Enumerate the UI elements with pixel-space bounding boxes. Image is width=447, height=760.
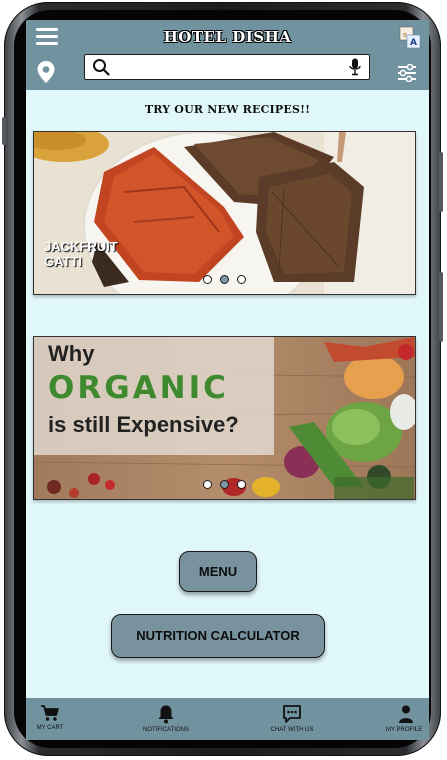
- recipe-carousel[interactable]: JACKFRUIT GATTI: [33, 131, 416, 295]
- app-header: HOTEL DISHA ಕ A: [26, 20, 429, 90]
- recipe-carousel-dots: [34, 271, 415, 289]
- location-pin-icon[interactable]: [36, 60, 56, 84]
- side-button-right-volume-up: [439, 152, 443, 212]
- filter-sliders-icon[interactable]: [397, 64, 417, 82]
- carousel-dot[interactable]: [203, 275, 212, 284]
- nav-item-notifications[interactable]: NOTIFICATIONS: [138, 698, 194, 740]
- nav-item-my-cart[interactable]: MY CART: [30, 698, 70, 740]
- profile-icon: [399, 705, 413, 723]
- carousel-dot-active[interactable]: [220, 480, 229, 489]
- recipes-heading: TRY OUR NEW RECIPES!!: [144, 103, 311, 116]
- cart-icon: [41, 705, 59, 721]
- bottom-navigation: MY CART NOTIFICATIONS CHAT WITH US MY PR…: [26, 698, 429, 740]
- bell-icon: [158, 705, 174, 724]
- organic-carousel[interactable]: Why ORGANIC is still Expensive?: [33, 336, 416, 500]
- nav-label-notifications: NOTIFICATIONS: [143, 727, 189, 733]
- microphone-icon[interactable]: [349, 58, 361, 76]
- carousel-dot[interactable]: [237, 480, 246, 489]
- translate-icon[interactable]: ಕ A: [399, 26, 421, 50]
- search-input[interactable]: [113, 57, 343, 77]
- carousel-dot-active[interactable]: [220, 275, 229, 284]
- search-icon[interactable]: [92, 58, 110, 76]
- slide-caption-jackfruit: JACKFRUIT GATTI: [44, 239, 118, 269]
- chat-icon: [283, 705, 301, 723]
- nav-item-chat-with-us[interactable]: CHAT WITH US: [266, 698, 318, 740]
- organic-carousel-dots: [34, 476, 415, 494]
- nav-label-my-profile: MY PROFILE: [386, 727, 423, 733]
- search-bar[interactable]: [84, 54, 370, 80]
- jackfruit-gatti-image: [34, 132, 415, 294]
- nav-label-chat-with-us: CHAT WITH US: [270, 727, 314, 733]
- carousel-dot[interactable]: [237, 275, 246, 284]
- svg-text:A: A: [410, 38, 417, 48]
- side-button-right-volume-down: [439, 272, 443, 342]
- organic-line-expensive: is still Expensive?: [48, 412, 239, 437]
- carousel-dot[interactable]: [203, 480, 212, 489]
- app-title: HOTEL DISHA: [163, 28, 292, 46]
- nav-label-my-cart: MY CART: [36, 725, 64, 731]
- organic-line-why: Why: [48, 341, 95, 366]
- nav-item-my-profile[interactable]: MY PROFILE: [383, 698, 429, 740]
- organic-line-organic: ORGANIC: [48, 370, 229, 406]
- app-screen: HOTEL DISHA ಕ A TRY OUR NEW RECIPES!! JA…: [26, 20, 429, 740]
- side-button-left: [2, 117, 6, 145]
- menu-button[interactable]: MENU: [179, 551, 257, 592]
- svg-text:ಕ: ಕ: [403, 30, 407, 39]
- nutrition-calculator-button[interactable]: NUTRITION CALCULATOR: [111, 614, 325, 658]
